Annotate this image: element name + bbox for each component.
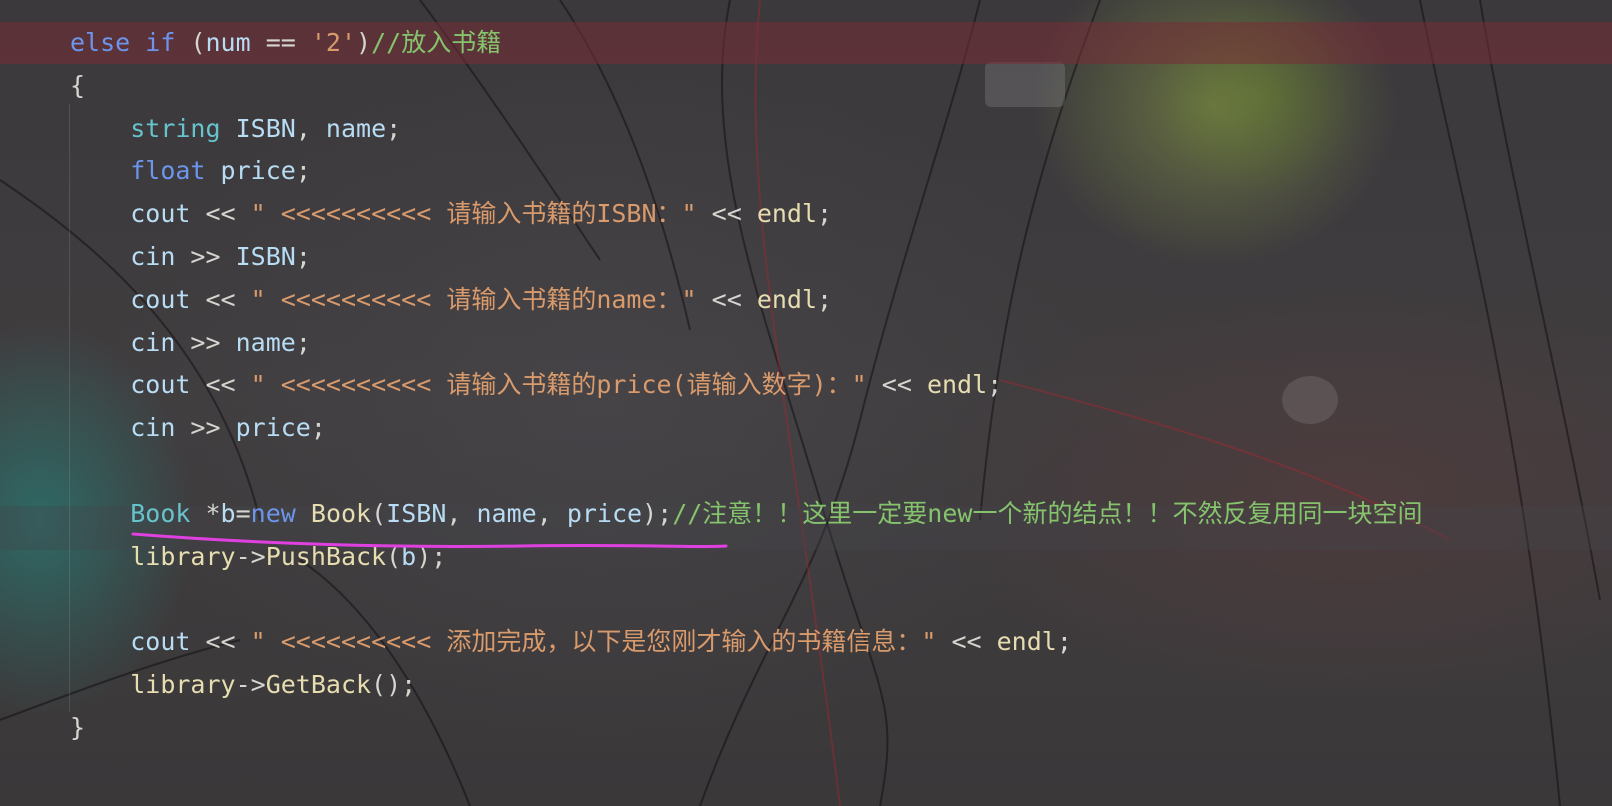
code-editor[interactable]: else if (num == '2')//放入书籍{ string ISBN,… bbox=[0, 0, 1612, 806]
annotation-underline bbox=[131, 532, 728, 549]
